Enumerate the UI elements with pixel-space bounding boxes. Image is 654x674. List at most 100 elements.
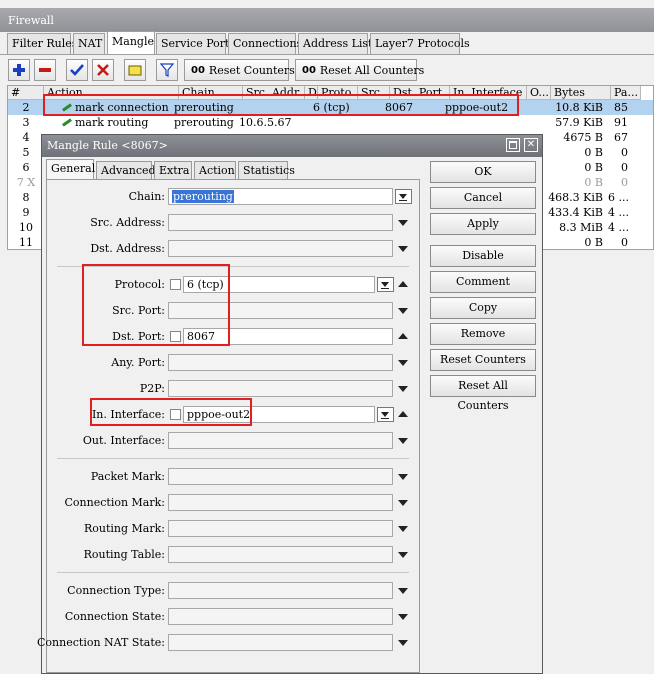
p2p-field[interactable] <box>168 380 393 397</box>
comment-button[interactable] <box>124 59 146 81</box>
routing-mark-label: Routing Mark: <box>83 522 165 535</box>
in-interface-highlight-box <box>90 398 252 426</box>
dst-address-expand-icon[interactable] <box>398 246 408 252</box>
routing-mark-field[interactable] <box>168 520 393 537</box>
routing-mark-expand-icon[interactable] <box>398 526 408 532</box>
row-number: 7 X <box>16 176 36 189</box>
tab-general[interactable]: General <box>46 159 95 181</box>
routing-table-field[interactable] <box>168 546 393 563</box>
disable-rule-button[interactable]: Disable <box>430 245 536 267</box>
row-bytes: 433.4 KiB <box>548 206 603 219</box>
connection-state-expand-icon[interactable] <box>398 614 408 620</box>
chevron-down-icon <box>381 412 389 417</box>
remove-rule-button[interactable]: Remove <box>430 323 536 345</box>
dst-address-label: Dst. Address: <box>90 242 165 255</box>
row-packets: 85 <box>614 101 628 114</box>
close-icon[interactable]: ✕ <box>524 138 538 152</box>
p2p-expand-icon[interactable] <box>398 386 408 392</box>
row-packets: 0 <box>621 176 628 189</box>
row-number: 9 <box>22 206 30 219</box>
connection-state-field[interactable] <box>168 608 393 625</box>
col-packets[interactable]: Pa... <box>611 86 641 100</box>
routing-table-expand-icon[interactable] <box>398 552 408 558</box>
enable-button[interactable] <box>66 59 88 81</box>
dst-port-collapse-icon[interactable] <box>398 333 408 339</box>
maximize-icon[interactable] <box>506 138 520 152</box>
filter-button[interactable] <box>156 59 178 81</box>
copy-button[interactable]: Copy <box>430 297 536 319</box>
connection-mark-expand-icon[interactable] <box>398 500 408 506</box>
any-port-field[interactable] <box>168 354 393 371</box>
tab-advanced[interactable]: Advanced <box>96 161 156 180</box>
connection-nat-state-label: Connection NAT State: <box>37 636 165 649</box>
row-highlight-box <box>43 94 519 116</box>
any-port-expand-icon[interactable] <box>398 360 408 366</box>
row-packets: 4 ... <box>608 221 629 234</box>
reset-all-counters-button[interactable]: 00 Reset All Counters <box>295 59 424 81</box>
row-packets: 0 <box>621 146 628 159</box>
chain-field[interactable]: prerouting <box>168 188 393 205</box>
reset-all-icon: 00 <box>302 64 316 76</box>
comment-rule-button[interactable]: Comment <box>430 271 536 293</box>
table-row[interactable]: 3 mark routing prerouting 10.6.5.67 57.9… <box>8 115 653 130</box>
window-title: Firewall <box>8 14 54 27</box>
row-number: 3 <box>22 116 30 129</box>
tab-layer7-protocols[interactable]: Layer7 Protocols <box>370 33 470 54</box>
tab-service-ports[interactable]: Service Ports <box>156 33 235 54</box>
src-address-field[interactable] <box>168 214 393 231</box>
p2p-label: P2P: <box>139 382 165 395</box>
row-action-label: mark routing <box>75 116 149 129</box>
protocol-dropdown-button[interactable] <box>377 277 394 292</box>
row-number: 10 <box>19 221 33 234</box>
firewall-tabs: Filter Rules NAT Mangle Service Ports Co… <box>0 31 654 54</box>
tab-filter-rules[interactable]: Filter Rules <box>7 33 77 54</box>
col-number[interactable]: # <box>8 86 44 100</box>
packet-mark-field[interactable] <box>168 468 393 485</box>
routing-table-label: Routing Table: <box>83 548 165 561</box>
rule-reset-counters-button[interactable]: Reset Counters <box>430 349 536 371</box>
connection-mark-field[interactable] <box>168 494 393 511</box>
row-number: 5 <box>22 146 30 159</box>
plus-icon <box>13 64 25 76</box>
connection-type-field[interactable] <box>168 582 393 599</box>
in-interface-dropdown-button[interactable] <box>377 407 394 422</box>
packet-mark-expand-icon[interactable] <box>398 474 408 480</box>
disable-button[interactable] <box>92 59 114 81</box>
tab-mangle[interactable]: Mangle <box>107 31 155 54</box>
row-packets: 91 <box>614 116 628 129</box>
dst-address-field[interactable] <box>168 240 393 257</box>
connection-type-label: Connection Type: <box>67 584 165 597</box>
col-bytes[interactable]: Bytes <box>551 86 611 100</box>
out-interface-field[interactable] <box>168 432 393 449</box>
tab-statistics[interactable]: Statistics <box>238 161 295 180</box>
reset-icon: 00 <box>191 64 205 76</box>
row-bytes: 10.8 KiB <box>555 101 603 114</box>
connection-nat-state-field[interactable] <box>168 634 393 651</box>
col-out-interface[interactable]: O... <box>527 86 551 100</box>
row-bytes: 0 B <box>584 161 603 174</box>
dialog-titlebar[interactable]: Mangle Rule <8067> ✕ <box>42 135 542 157</box>
add-button[interactable] <box>8 59 30 81</box>
pencil-icon <box>62 117 72 127</box>
src-port-expand-icon[interactable] <box>398 308 408 314</box>
src-address-expand-icon[interactable] <box>398 220 408 226</box>
row-action: mark routing <box>62 115 179 130</box>
remove-button[interactable] <box>34 59 56 81</box>
tab-address-lists[interactable]: Address Lists <box>298 33 378 54</box>
tab-action[interactable]: Action <box>194 161 236 180</box>
connection-type-expand-icon[interactable] <box>398 588 408 594</box>
src-address-label: Src. Address: <box>90 216 165 229</box>
tab-nat[interactable]: NAT <box>73 33 105 54</box>
ok-button[interactable]: OK <box>430 161 536 183</box>
rule-reset-all-counters-button[interactable]: Reset All Counters <box>430 375 536 412</box>
chain-dropdown-button[interactable] <box>395 189 412 204</box>
apply-button[interactable]: Apply <box>430 213 536 235</box>
in-interface-collapse-icon[interactable] <box>398 411 408 417</box>
cancel-button[interactable]: Cancel <box>430 187 536 209</box>
connection-nat-state-expand-icon[interactable] <box>398 640 408 646</box>
reset-counters-button[interactable]: 00 Reset Counters <box>184 59 295 81</box>
tab-extra[interactable]: Extra <box>154 161 192 180</box>
out-interface-expand-icon[interactable] <box>398 438 408 444</box>
protocol-collapse-icon[interactable] <box>398 281 408 287</box>
tab-connections[interactable]: Connections <box>228 33 302 54</box>
